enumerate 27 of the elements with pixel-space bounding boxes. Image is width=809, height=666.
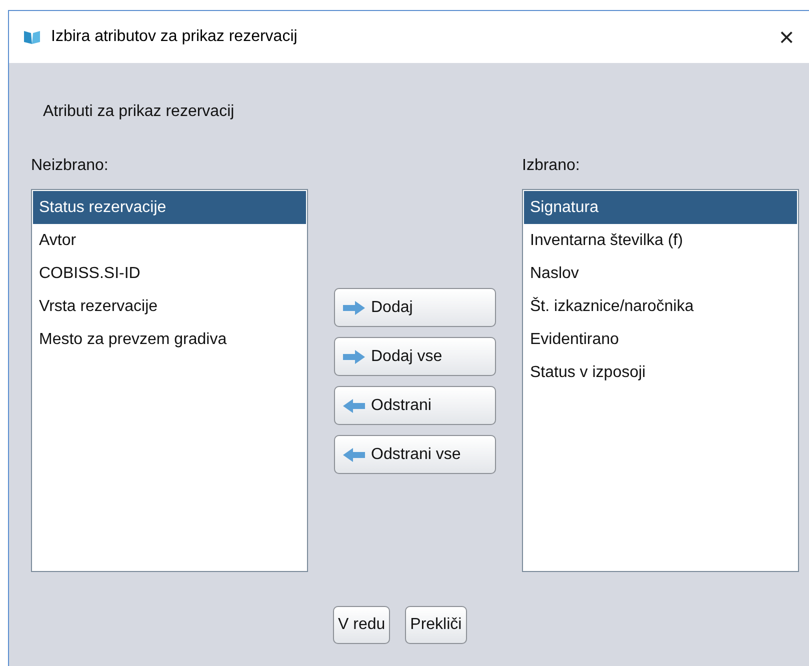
section-heading: Atributi za prikaz rezervacij xyxy=(43,103,236,121)
arrow-icon xyxy=(343,448,365,462)
list-item[interactable]: Status rezervacije xyxy=(33,191,306,224)
list-item[interactable]: Vrsta rezervacije xyxy=(33,290,306,323)
move-button[interactable]: Dodaj vse xyxy=(334,337,496,376)
list-item[interactable]: Signatura xyxy=(524,191,797,224)
move-button[interactable]: Dodaj xyxy=(334,288,496,327)
list-item[interactable]: Inventarna številka (f) xyxy=(524,224,797,257)
arrow-icon xyxy=(343,398,365,412)
list-label: Neizbrano: xyxy=(31,157,110,175)
book-icon xyxy=(23,29,41,45)
move-button[interactable]: Odstrani vse xyxy=(334,435,496,474)
window-title: Izbira atributov za prikaz rezervacij xyxy=(51,28,298,46)
arrow-icon xyxy=(343,350,365,364)
dialog-button[interactable]: V redu xyxy=(333,606,390,644)
close-button[interactable]: × xyxy=(779,24,809,50)
list-item[interactable]: Naslov xyxy=(524,257,797,290)
list-item[interactable]: COBISS.SI-ID xyxy=(33,257,306,290)
move-button[interactable]: Odstrani xyxy=(334,386,496,425)
list-item[interactable]: Evidentirano xyxy=(524,323,797,356)
list-label: Izbrano: xyxy=(522,157,581,175)
list-item[interactable]: Status v izposoji xyxy=(524,356,797,389)
list-item[interactable]: Št. izkaznice/naročnika xyxy=(524,290,797,323)
list-item[interactable]: Mesto za prevzem gradiva xyxy=(33,323,306,356)
dialog-button[interactable]: Prekliči xyxy=(405,606,467,644)
arrow-icon xyxy=(343,300,365,314)
list-item[interactable]: Avtor xyxy=(33,224,306,257)
